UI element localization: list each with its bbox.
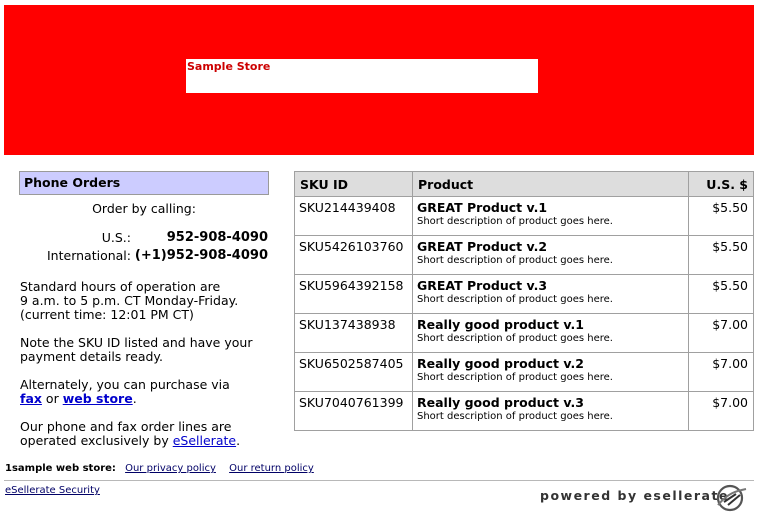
table-row: SKU137438938 Really good product v.1 Shor… bbox=[294, 313, 754, 353]
page: Sample Store Phone Orders Order by calli… bbox=[0, 0, 762, 516]
product-header: Product bbox=[412, 171, 689, 197]
sku-cell: SKU137438938 bbox=[294, 313, 413, 353]
intl-label: International: bbox=[47, 248, 131, 263]
phone-numbers: U.S.: 952-908-4090 International: (+1)95… bbox=[19, 230, 269, 270]
price-header: U.S. $ bbox=[688, 171, 754, 197]
footer-divider bbox=[4, 480, 754, 481]
product-cell: Really good product v.2 Short description… bbox=[412, 352, 689, 392]
note-line-2: payment details ready. bbox=[20, 349, 164, 364]
operator-line-2: operated exclusively by bbox=[20, 433, 169, 448]
table-row: SKU5426103760 GREAT Product v.2 Short des… bbox=[294, 235, 754, 275]
product-description: Short description of product goes here. bbox=[417, 216, 613, 227]
sku-header: SKU ID bbox=[294, 171, 413, 197]
price-cell: $5.50 bbox=[688, 235, 754, 275]
or-text: or bbox=[45, 391, 59, 406]
fax-link[interactable]: fax bbox=[20, 391, 42, 406]
privacy-policy-link[interactable]: Our privacy policy bbox=[125, 463, 216, 474]
price-cell: $5.50 bbox=[688, 196, 754, 236]
product-name: GREAT Product v.2 bbox=[417, 239, 548, 254]
store-title-box: Sample Store bbox=[186, 59, 538, 93]
us-number: 952-908-4090 bbox=[166, 230, 268, 245]
product-description: Short description of product goes here. bbox=[417, 294, 613, 305]
alternate-purchase: Alternately, you can purchase via fax or… bbox=[19, 378, 269, 406]
table-row: SKU6502587405 Really good product v.2 Sho… bbox=[294, 352, 754, 392]
store-label: 1sample web store: bbox=[5, 463, 116, 474]
esellerate-link[interactable]: eSellerate bbox=[173, 433, 236, 448]
product-name: GREAT Product v.1 bbox=[417, 200, 548, 215]
phone-orders-panel: Phone Orders Order by calling: U.S.: 952… bbox=[19, 171, 269, 448]
period: . bbox=[236, 433, 241, 448]
sku-note: Note the SKU ID listed and have your pay… bbox=[19, 336, 269, 364]
operator-line-1: Our phone and fax order lines are bbox=[20, 419, 232, 434]
sku-cell: SKU214439408 bbox=[294, 196, 413, 236]
web-store-link[interactable]: web store bbox=[63, 391, 133, 406]
product-table: SKU ID Product U.S. $ SKU214439408 GREAT… bbox=[294, 171, 754, 431]
table-row: SKU5964392158 GREAT Product v.3 Short des… bbox=[294, 274, 754, 314]
product-cell: GREAT Product v.2 Short description of pr… bbox=[412, 235, 689, 275]
hours-line-1: Standard hours of operation are bbox=[20, 279, 221, 294]
sku-cell: SKU7040761399 bbox=[294, 391, 413, 431]
price-cell: $5.50 bbox=[688, 274, 754, 314]
product-description: Short description of product goes here. bbox=[417, 411, 613, 422]
footer-links: 1sample web store: Our privacy policy Ou… bbox=[5, 463, 324, 474]
note-line-1: Note the SKU ID listed and have your bbox=[20, 335, 253, 350]
us-label: U.S.: bbox=[101, 230, 131, 245]
product-cell: GREAT Product v.3 Short description of pr… bbox=[412, 274, 689, 314]
header-banner: Sample Store bbox=[4, 5, 754, 155]
sku-cell: SKU6502587405 bbox=[294, 352, 413, 392]
intl-number: (+1)952-908-4090 bbox=[134, 248, 268, 263]
period: . bbox=[132, 391, 137, 406]
store-name: Sample Store bbox=[187, 60, 271, 73]
product-cell: Really good product v.1 Short description… bbox=[412, 313, 689, 353]
product-name: Really good product v.2 bbox=[417, 356, 584, 371]
security-footer: eSellerate Security bbox=[5, 485, 100, 496]
table-row: SKU7040761399 Really good product v.3 Sho… bbox=[294, 391, 754, 431]
product-name: GREAT Product v.3 bbox=[417, 278, 548, 293]
sku-cell: SKU5964392158 bbox=[294, 274, 413, 314]
sku-cell: SKU5426103760 bbox=[294, 235, 413, 275]
order-by-text: Order by calling: bbox=[92, 201, 196, 216]
product-name: Really good product v.3 bbox=[417, 395, 584, 410]
product-description: Short description of product goes here. bbox=[417, 255, 613, 266]
hours-line-2: 9 a.m. to 5 p.m. CT Monday-Friday. bbox=[20, 293, 239, 308]
product-description: Short description of product goes here. bbox=[417, 372, 613, 383]
powered-by-badge[interactable]: powered by esellerate bbox=[540, 483, 752, 513]
table-header-row: SKU ID Product U.S. $ bbox=[294, 171, 754, 197]
operator-note: Our phone and fax order lines are operat… bbox=[19, 420, 269, 448]
price-cell: $7.00 bbox=[688, 313, 754, 353]
return-policy-link[interactable]: Our return policy bbox=[229, 463, 314, 474]
price-cell: $7.00 bbox=[688, 391, 754, 431]
powered-by-text: powered by esellerate bbox=[540, 488, 729, 503]
product-cell: Really good product v.3 Short description… bbox=[412, 391, 689, 431]
esellerate-security-link[interactable]: eSellerate Security bbox=[5, 485, 100, 496]
price-cell: $7.00 bbox=[688, 352, 754, 392]
current-time: (current time: 12:01 PM CT) bbox=[20, 307, 194, 322]
hours-text: Standard hours of operation are 9 a.m. t… bbox=[19, 280, 269, 322]
product-description: Short description of product goes here. bbox=[417, 333, 613, 344]
product-name: Really good product v.1 bbox=[417, 317, 584, 332]
alternate-line: Alternately, you can purchase via bbox=[20, 377, 230, 392]
esellerate-logo-icon bbox=[716, 484, 747, 512]
product-cell: GREAT Product v.1 Short description of pr… bbox=[412, 196, 689, 236]
phone-orders-title: Phone Orders bbox=[19, 171, 269, 195]
table-row: SKU214439408 GREAT Product v.1 Short desc… bbox=[294, 196, 754, 236]
